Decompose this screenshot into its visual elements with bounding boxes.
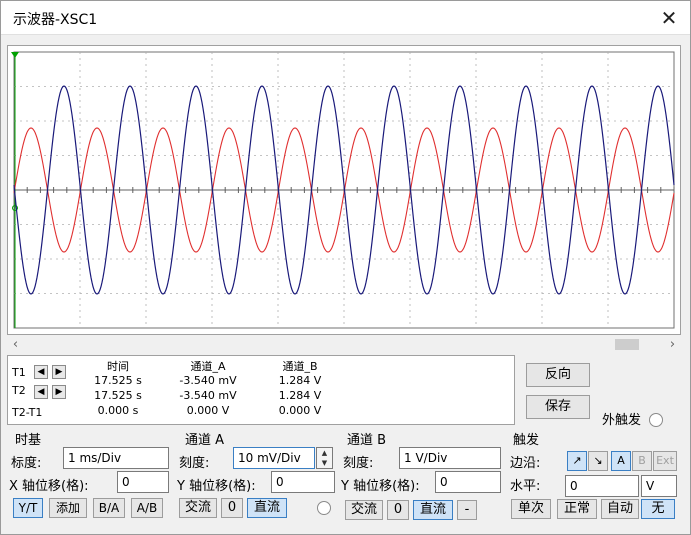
t1-left-arrow-icon[interactable]: ◀ [34,365,48,379]
channel-a-dc-button[interactable]: 直流 [247,498,287,518]
oscilloscope-window: 示波器-XSC1 ✕ ‹ › T1 T2 T2-T1 ◀ ▶ ◀ ▶ 时间 通道… [0,0,691,535]
channel-b-zero-button[interactable]: 0 [387,500,409,520]
channel-b-title: 通道 B [347,433,387,448]
delta-time: 0.000 s [97,404,139,417]
t1-right-arrow-icon[interactable]: ▶ [52,365,66,379]
delta-channel-a: 0.000 V [186,404,230,417]
t2-channel-a: -3.540 mV [179,389,237,402]
channel-a-zero-button[interactable]: 0 [221,498,243,518]
delta-channel-b: 0.000 V [278,404,322,417]
channel-a-y-position-field[interactable]: 0 [271,471,335,493]
header-channel-b: 通道_B [282,360,318,373]
trigger-level-unit[interactable]: V [641,475,677,497]
channel-a-scale-field[interactable]: 10 mV/Div [233,447,315,469]
trigger-single-button[interactable]: 单次 [511,499,551,519]
t2-label: T2 [12,384,26,397]
trigger-edge-label: 边沿: [510,456,541,471]
timebase-title: 时基 [15,433,42,448]
channel-a-scale-spinner[interactable]: ▲ ▼ [316,447,333,469]
x-position-label: X 轴位移(格): [9,479,89,494]
t1-label: T1 [12,366,26,379]
channel-a-ac-button[interactable]: 交流 [179,498,217,518]
t1-channel-a: -3.540 mV [179,374,237,387]
channel-b-scale-field[interactable]: 1 V/Div [399,447,501,469]
trigger-title: 触发 [513,433,540,448]
ext-trigger-label: 外触发 [602,413,642,428]
spin-up-icon[interactable]: ▲ [317,448,332,458]
channel-a-radio[interactable] [317,501,331,515]
timebase-scale-field[interactable]: 1 ms/Div [63,447,169,469]
save-button[interactable]: 保存 [526,395,590,419]
waveform-display [11,51,675,329]
close-icon[interactable]: ✕ [656,5,682,31]
t2-time: 17.525 s [94,389,142,402]
trigger-level-field[interactable]: 0 [565,475,639,497]
falling-edge-icon[interactable]: ↘ [588,451,608,471]
mode-ab-button[interactable]: A/B [131,498,163,518]
window-title: 示波器-XSC1 [13,12,98,28]
channel-a-scale-label: 刻度: [179,456,210,471]
channel-a-title: 通道 A [185,433,225,448]
channel-b-y-position-field[interactable]: 0 [435,471,501,493]
scroll-left-icon[interactable]: ‹ [7,336,24,353]
timebase-scale-label: 标度: [11,456,42,471]
scroll-thumb[interactable] [615,339,639,350]
spin-down-icon[interactable]: ▼ [317,458,332,468]
x-position-field[interactable]: 0 [117,471,169,493]
reverse-button[interactable]: 反向 [526,363,590,387]
ext-trigger-radio[interactable] [649,413,663,427]
t2-t1-label: T2-T1 [12,406,43,419]
t2-channel-b: 1.284 V [278,389,322,402]
title-bar: 示波器-XSC1 ✕ [1,1,690,35]
header-channel-a: 通道_A [190,360,226,373]
mode-yt-button[interactable]: Y/T [13,498,43,518]
t1-channel-b: 1.284 V [278,374,322,387]
channel-b-invert-button[interactable]: - [457,500,477,520]
trigger-normal-button[interactable]: 正常 [557,499,597,519]
cursor-readout-panel: T1 T2 T2-T1 ◀ ▶ ◀ ▶ 时间 通道_A 通道_B 17.525 … [7,355,515,425]
t1-time: 17.525 s [94,374,142,387]
trigger-none-button[interactable]: 无 [641,499,675,519]
channel-a-y-position-label: Y 轴位移(格): [177,479,256,494]
trigger-source-a-button[interactable]: A [611,451,631,471]
t2-left-arrow-icon[interactable]: ◀ [34,385,48,399]
t2-right-arrow-icon[interactable]: ▶ [52,385,66,399]
scope-screen [7,45,681,335]
horizontal-scrollbar[interactable]: ‹ › [7,336,681,353]
trigger-auto-button[interactable]: 自动 [601,499,639,519]
trigger-source-ext-button[interactable]: Ext [653,451,677,471]
scroll-right-icon[interactable]: › [664,336,681,353]
channel-b-y-position-label: Y 轴位移(格): [341,479,420,494]
rising-edge-icon[interactable]: ↗ [567,451,587,471]
channel-b-dc-button[interactable]: 直流 [413,500,453,520]
header-time: 时间 [107,360,129,373]
mode-add-button[interactable]: 添加 [49,498,87,518]
channel-b-ac-button[interactable]: 交流 [345,500,383,520]
trigger-source-b-button[interactable]: B [632,451,652,471]
trigger-level-label: 水平: [510,479,541,494]
mode-ba-button[interactable]: B/A [93,498,125,518]
channel-b-scale-label: 刻度: [343,456,374,471]
